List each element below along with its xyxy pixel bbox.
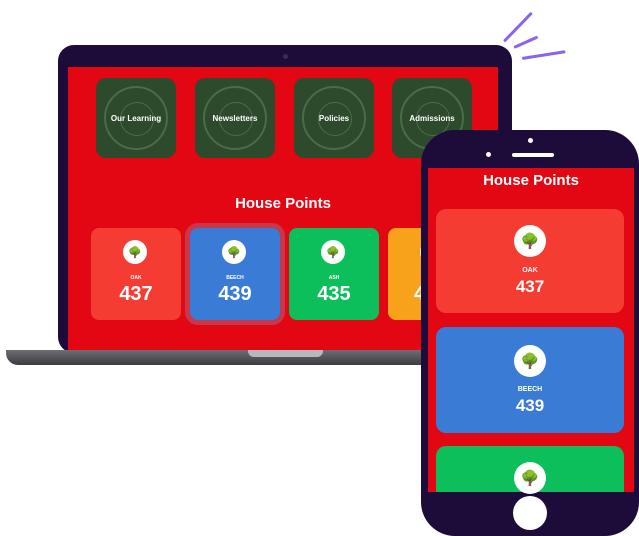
phone-camera	[486, 152, 491, 157]
tree-icon: 🌳	[321, 240, 345, 264]
house-points-value: 435	[317, 283, 351, 305]
nav-tile-newsletters[interactable]: Newsletters	[195, 78, 275, 158]
house-card-oak-mobile[interactable]: 🌳 OAK 437	[436, 209, 624, 313]
house-name: BEECH	[517, 386, 543, 393]
house-points-value: 437	[119, 283, 153, 305]
house-name: ASH	[328, 275, 340, 281]
tree-icon: 🌳	[514, 225, 546, 257]
phone-home-button[interactable]	[513, 496, 547, 530]
house-card-oak[interactable]: 🌳 OAK 437	[91, 228, 181, 320]
nav-tile-label: Newsletters	[212, 113, 258, 123]
house-points-heading-mobile: House Points	[483, 172, 579, 189]
laptop-base	[6, 350, 486, 365]
laptop-notch	[248, 350, 323, 357]
house-points-value: 439	[515, 396, 545, 415]
nav-tile-label: Policies	[318, 113, 350, 123]
nav-tile-label: Our Learning	[110, 113, 162, 123]
house-name: OAK	[130, 275, 142, 281]
phone-speaker	[512, 153, 554, 157]
laptop-camera	[283, 54, 288, 59]
phone-sensor	[528, 138, 533, 143]
house-name: BEECH	[226, 275, 244, 281]
house-card-beech-mobile[interactable]: 🌳 BEECH 439	[436, 327, 624, 433]
tree-icon: 🌳	[514, 345, 546, 377]
house-name: OAK	[522, 267, 538, 274]
nav-tile-our-learning[interactable]: Our Learning	[96, 78, 176, 158]
house-card-beech[interactable]: 🌳 BEECH 439	[190, 228, 280, 320]
house-points-value: 437	[515, 277, 545, 296]
accent-stroke	[513, 35, 539, 49]
tree-icon: 🌳	[123, 240, 147, 264]
accent-stroke	[521, 50, 566, 60]
tree-icon: 🌳	[222, 240, 246, 264]
nav-tile-policies[interactable]: Policies	[294, 78, 374, 158]
house-points-value: 439	[218, 283, 252, 305]
house-card-ash-mobile[interactable]: 🌳	[436, 446, 624, 494]
house-card-ash[interactable]: 🌳 ASH 435	[289, 228, 379, 320]
accent-stroke	[502, 11, 533, 43]
tree-icon: 🌳	[514, 462, 546, 494]
nav-tile-label: Admissions	[409, 113, 455, 123]
